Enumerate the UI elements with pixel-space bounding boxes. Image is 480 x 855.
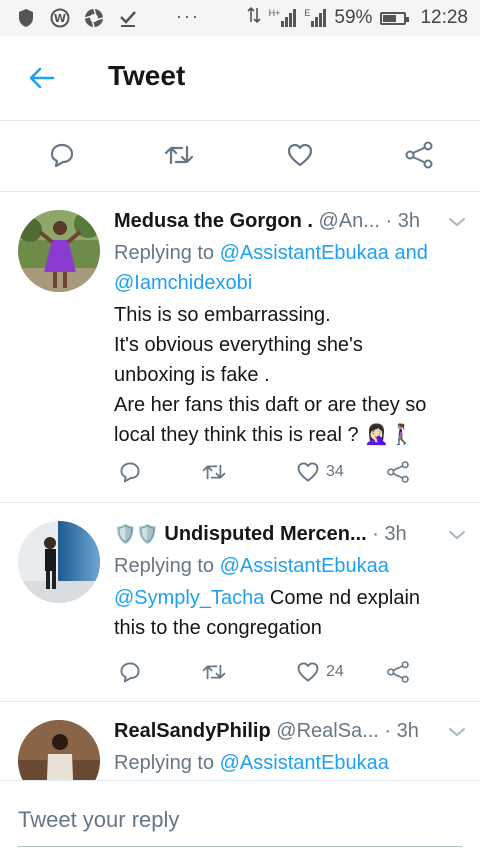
separator-dot: ·: [372, 523, 379, 545]
separator-dot: ·: [385, 210, 393, 232]
replying-prefix: Replying to: [114, 555, 215, 577]
battery-percent: 59%: [334, 7, 373, 28]
like-icon: [297, 662, 319, 682]
share-icon[interactable]: [404, 141, 433, 169]
replying-prefix: Replying to: [114, 752, 215, 774]
status-bar: W ··· H+ E 59% 12:28: [0, 0, 480, 36]
display-name[interactable]: RealSandyPhilip: [114, 718, 271, 744]
like-count: 34: [326, 463, 344, 480]
back-arrow-icon[interactable]: [28, 64, 56, 92]
timestamp: 3h: [397, 210, 420, 232]
tweet-text: This is so embarrassing. It's obvious ev…: [114, 300, 466, 450]
battery-icon: [380, 11, 410, 25]
display-name[interactable]: Medusa the Gorgon .: [114, 208, 313, 234]
badge-icons: 🛡️🛡️: [114, 524, 159, 544]
mention-link[interactable]: @AssistantEbukaa: [220, 752, 389, 774]
retweet-icon[interactable]: [202, 457, 226, 487]
tweet-header: RealSandyPhilip @RealSa... · 3h: [114, 718, 466, 744]
avatar[interactable]: [18, 720, 100, 780]
timestamp: 3h: [396, 720, 419, 742]
like-icon: [297, 462, 319, 482]
check-icon: [118, 8, 138, 28]
chevron-down-icon[interactable]: [448, 722, 466, 740]
mention-link[interactable]: @Symply_Tacha: [114, 587, 264, 609]
data-transfer-icon: [247, 6, 261, 30]
tweet-header: 🛡️🛡️ Undisputed Mercen... · 3h: [114, 521, 466, 547]
tweet-text: @Symply_Tacha Come nd explain this to th…: [114, 583, 466, 643]
reply-icon[interactable]: [118, 657, 142, 687]
replying-to: Replying to @AssistantEbukaa: [114, 551, 466, 581]
aperture-icon: [84, 8, 104, 28]
tweet-item[interactable]: 🛡️🛡️ Undisputed Mercen... · 3h Replying …: [0, 503, 480, 702]
network-e-label: E: [304, 8, 311, 18]
tweet-actions: 24: [114, 657, 414, 687]
timestamp: 3h: [384, 523, 407, 545]
shield-icon: [16, 8, 36, 28]
like-button[interactable]: 24: [296, 657, 344, 687]
display-name[interactable]: Undisputed Mercen...: [164, 521, 366, 547]
signal-icon-2: [311, 9, 327, 27]
retweet-icon[interactable]: [202, 657, 226, 687]
tweet-header: Medusa the Gorgon . @An... · 3h: [114, 208, 466, 234]
tweet-item[interactable]: RealSandyPhilip @RealSa... · 3h Replying…: [0, 702, 480, 780]
chevron-down-icon[interactable]: [448, 525, 466, 543]
tweet-actions: 34: [114, 457, 414, 487]
like-button[interactable]: 34: [296, 457, 344, 487]
user-handle[interactable]: @RealSa...: [276, 718, 379, 744]
app-header: Tweet: [0, 36, 480, 121]
clock: 12:28: [420, 7, 468, 28]
overflow-dots: ···: [176, 6, 200, 26]
reply-icon[interactable]: [48, 141, 76, 169]
share-icon[interactable]: [386, 657, 410, 687]
separator-dot: ·: [384, 720, 392, 742]
tweet-line: local they think this is real ? 🤦🏻‍♀️🚶🏽‍…: [114, 424, 414, 446]
reply-input-placeholder[interactable]: Tweet your reply: [18, 807, 179, 833]
signal-icon: [281, 9, 297, 27]
network-type-label: H+: [268, 8, 281, 18]
tweet-line: Come nd explain: [264, 587, 421, 609]
page-title: Tweet: [108, 60, 186, 91]
wordpress-icon: W: [50, 8, 70, 28]
tweet-item[interactable]: Medusa the Gorgon . @An... · 3h Replying…: [0, 192, 480, 503]
tweet-line: It's obvious everything she's: [114, 334, 363, 356]
share-icon[interactable]: [386, 457, 410, 487]
mention-link[interactable]: @AssistantEbukaa: [220, 555, 389, 577]
mention-link[interactable]: @AssistantEbukaa: [220, 242, 389, 264]
reply-icon[interactable]: [118, 457, 142, 487]
tweet-line: unboxing is fake .: [114, 364, 270, 386]
mention-link[interactable]: @Iamchidexobi: [114, 272, 252, 294]
replying-to: Replying to @AssistantEbukaa: [114, 748, 466, 778]
like-count: 24: [326, 663, 344, 680]
tweet-line: this to the congregation: [114, 617, 322, 639]
retweet-icon[interactable]: [164, 141, 194, 169]
chevron-down-icon[interactable]: [448, 212, 466, 230]
tweet-action-bar: [0, 121, 480, 192]
like-icon[interactable]: [286, 141, 314, 169]
reply-composer[interactable]: Tweet your reply: [0, 780, 480, 855]
replying-prefix: Replying to: [114, 242, 215, 264]
avatar[interactable]: [18, 210, 100, 292]
tweet-line: This is so embarrassing.: [114, 304, 331, 326]
input-underline: [18, 846, 462, 847]
svg-text:W: W: [54, 12, 66, 25]
avatar[interactable]: [18, 521, 100, 603]
and-link[interactable]: and: [394, 242, 427, 264]
replying-to: Replying to @AssistantEbukaa and @Iamchi…: [114, 238, 466, 298]
tweet-line: Are her fans this daft or are they so: [114, 394, 427, 416]
user-handle[interactable]: @An...: [318, 208, 379, 234]
